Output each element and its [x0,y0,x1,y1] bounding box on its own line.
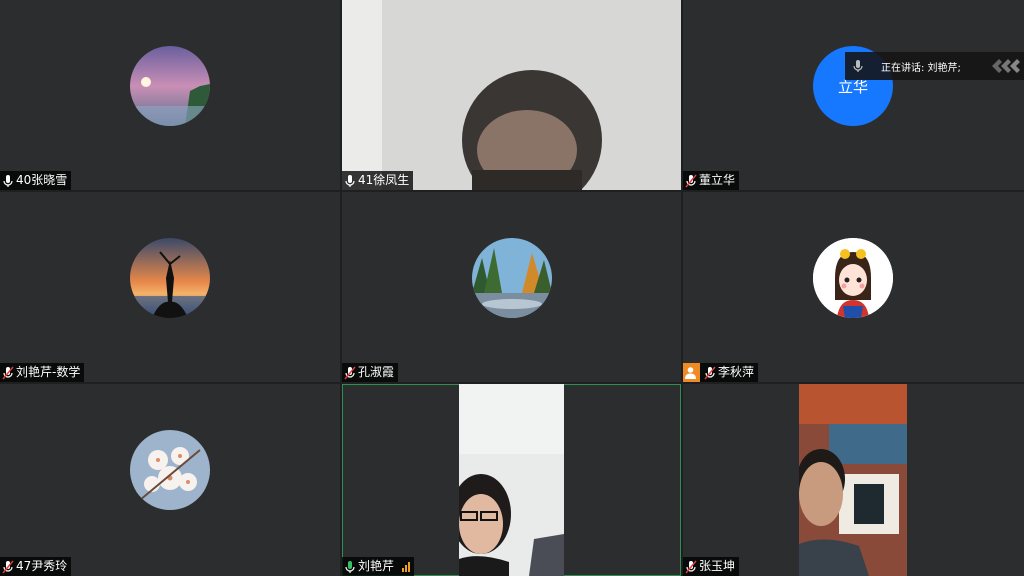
participant-video [459,384,564,576]
participant-video [799,384,907,576]
participant-name: 李秋萍 [718,365,755,379]
participant-name-tag: 董立华 [683,171,740,190]
participant-tile[interactable]: 47尹秀玲 [0,384,340,576]
microphone-muted-icon [704,366,716,379]
participant-tile[interactable]: 张玉坤 [683,384,1024,576]
host-person-icon [683,363,700,382]
drag-handle-icon[interactable] [992,59,1020,73]
participant-avatar [130,46,210,126]
participant-tile[interactable]: 立华 董立华 [683,0,1024,190]
participant-name-tag: 孔淑霞 [342,363,399,382]
participant-tile-active-speaker[interactable]: 刘艳芹 [342,384,681,576]
participant-video [342,0,681,190]
microphone-icon [345,174,355,187]
speaking-text: 正在讲话: 刘艳芹; [881,62,961,74]
participant-name-tag: 41徐凤生 [342,171,414,190]
participant-name-tag: 47尹秀玲 [0,557,72,576]
participant-tile[interactable]: 刘艳芹-数学 [0,192,340,382]
participant-name-tag: 李秋萍 [683,363,759,382]
participant-name: 刘艳芹 [358,559,395,573]
microphone-muted-icon [344,366,356,379]
participant-name: 40张晓雪 [16,173,68,187]
participant-tile[interactable]: 41徐凤生 [342,0,681,190]
microphone-muted-icon [685,174,697,187]
microphone-muted-icon [2,560,14,573]
microphone-speaking-icon [345,560,355,573]
microphone-icon [3,174,13,187]
speaking-indicator: 正在讲话: 刘艳芹; [845,52,1024,80]
participant-avatar [130,238,210,318]
participant-name: 47尹秀玲 [16,559,68,573]
microphone-muted-icon [2,366,14,379]
participant-name-tag: 40张晓雪 [0,171,72,190]
microphone-icon [845,52,871,80]
participant-avatar [472,238,552,318]
participant-name: 刘艳芹-数学 [16,365,81,379]
participant-name-tag: 刘艳芹-数学 [0,363,85,382]
participant-name-tag: 张玉坤 [683,557,740,576]
participant-tile[interactable]: 孔淑霞 [342,192,681,382]
participant-tile[interactable]: 李秋萍 [683,192,1024,382]
video-grid: 40张晓雪 41徐凤生 立华 董立华 刘艳芹-数学 孔淑霞 李秋萍 47尹秀玲 … [0,0,1024,576]
participant-avatar [130,430,210,510]
participant-name-tag: 刘艳芹 [342,557,415,576]
participant-name: 41徐凤生 [358,173,410,187]
participant-tile[interactable]: 40张晓雪 [0,0,340,190]
participant-name: 张玉坤 [699,559,736,573]
microphone-muted-icon [685,560,697,573]
network-signal-icon [402,561,411,572]
participant-avatar [813,238,893,318]
participant-name: 孔淑霞 [358,365,395,379]
participant-name: 董立华 [699,173,736,187]
